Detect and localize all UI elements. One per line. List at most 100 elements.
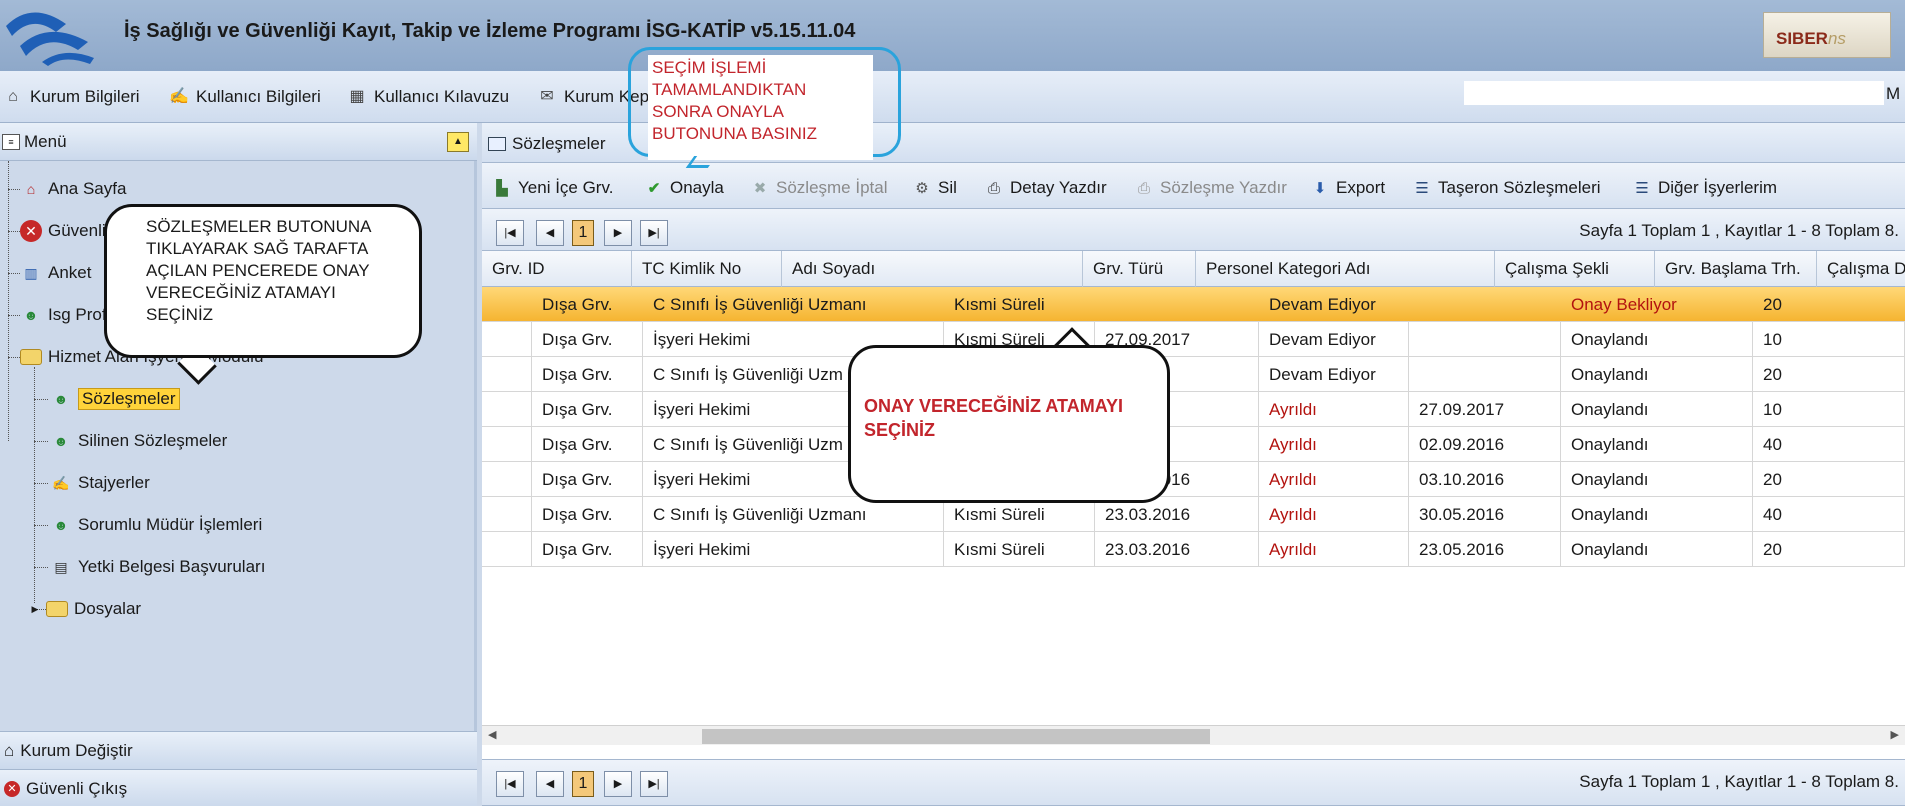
first-page-icon[interactable]: |◀ — [496, 771, 524, 797]
sidebar-item-anket[interactable]: ▥ Anket — [20, 259, 91, 287]
kullanici-bilgileri-button[interactable]: ✍ Kullanıcı Bilgileri — [168, 85, 321, 109]
last-page-icon[interactable]: ▶| — [640, 771, 668, 797]
new-record-icon: ▙ — [496, 180, 508, 197]
column-header[interactable]: Personel Kategori Adı — [1196, 251, 1495, 287]
sozlesme-yazdir-label: Sözleşme Yazdır — [1160, 178, 1287, 197]
column-header[interactable]: TC Kimlik No — [632, 251, 782, 287]
book-icon: ▦ — [349, 88, 365, 105]
student-icon: ✍ — [52, 474, 70, 491]
folder-icon — [46, 601, 68, 617]
pager-info: Sayfa 1 Toplam 1 , Kayıtlar 1 - 8 Toplam… — [1579, 772, 1899, 791]
column-header[interactable]: Grv. Başlama Trh. — [1655, 251, 1817, 287]
sidebar-item-label: Silinen Sözleşmeler — [78, 431, 228, 450]
table-row[interactable]: Dışa Grv.İşyeri Hekimi2017Ayrıldı27.09.2… — [482, 392, 1905, 427]
table-cell: Ayrıldı — [1259, 462, 1409, 497]
document-icon: ▤ — [54, 558, 68, 575]
scroll-left-icon[interactable]: ◀ — [488, 728, 496, 741]
kullanici-kilavuzu-button[interactable]: ▦ Kullanıcı Kılavuzu — [346, 85, 509, 109]
table-cell — [482, 287, 532, 322]
kurum-degistir-button[interactable]: ⌂ Kurum Değiştir — [0, 731, 477, 769]
list-icon: ☰ — [1635, 180, 1649, 197]
annotation-blue: SEÇİM İŞLEMİ TAMAMLANDIKTAN SONRA ONAYLA… — [648, 55, 873, 160]
first-page-icon[interactable]: |◀ — [496, 220, 524, 246]
column-header[interactable]: Çalışma Du — [1817, 251, 1905, 287]
toolbar: ▙ Yeni İçe Grv. ✔ Onayla ✖ Sözleşme İptal ⚙… — [482, 163, 1905, 209]
tab-label: Sözleşmeler — [512, 134, 606, 153]
people-icon: ☻ — [53, 391, 69, 407]
sidebar-item-dosyalar[interactable]: ▶ Dosyalar — [30, 595, 142, 623]
table-row[interactable]: Dışa Grv.İşyeri HekimiKısmi Süreli24.05.… — [482, 462, 1905, 497]
column-header[interactable]: Grv. ID — [482, 251, 632, 287]
table-cell: Devam Ediyor — [1269, 295, 1376, 314]
table-cell — [482, 497, 532, 532]
column-header[interactable]: Çalışma Şekli — [1495, 251, 1655, 287]
sidebar-item-label: Dosyalar — [74, 599, 142, 618]
prev-page-icon[interactable]: ◀ — [536, 220, 564, 246]
horizontal-scrollbar[interactable]: ◀ ▶ — [482, 725, 1905, 745]
table-row[interactable]: Dışa Grv. İşyeri Hekimi Kısmi Süreli 23.03.… — [482, 532, 1905, 567]
delete-icon: ⚙ — [915, 180, 929, 197]
menu-title: Menü — [24, 131, 67, 151]
annotation-line: BUTONUNA BASINIZ — [652, 124, 817, 143]
exit-icon: ✕ — [20, 220, 42, 242]
column-header[interactable]: Adı Soyadı — [782, 251, 1083, 287]
sozlesme-iptal-label: Sözleşme İptal — [776, 178, 888, 197]
page-number[interactable]: 1 — [572, 771, 594, 797]
table-cell: Onaylandı — [1561, 532, 1753, 567]
taseron-sozlesmeleri-button[interactable]: ☰ Taşeron Sözleşmeleri — [1412, 176, 1601, 200]
sidebar-item-stajyerler[interactable]: ✍ Stajyerler — [50, 469, 150, 497]
sil-button[interactable]: ⚙ Sil — [912, 176, 957, 200]
kullanici-kilavuzu-label: Kullanıcı Kılavuzu — [374, 87, 510, 106]
exit-icon: ✕ — [4, 780, 20, 797]
scroll-right-icon[interactable]: ▶ — [1891, 728, 1899, 741]
collapse-menu-button[interactable]: ▲ — [447, 132, 469, 152]
sozlesme-yazdir-button[interactable]: ⎙ Sözleşme Yazdır — [1134, 176, 1287, 200]
yeni-ice-grv-button[interactable]: ▙ Yeni İçe Grv. — [492, 176, 613, 200]
app-window: İş Sağlığı ve Güvenliği Kayıt, Takip ve … — [0, 0, 1905, 806]
table-cell: Onay Bekliyor — [1571, 295, 1677, 314]
table-row[interactable]: Dışa Grv.C Sınıfı İş Güvenliği Uzm2016Ay… — [482, 427, 1905, 462]
next-page-icon[interactable]: ▶ — [604, 220, 632, 246]
column-header[interactable]: Grv. Türü — [1083, 251, 1196, 287]
taseron-label: Taşeron Sözleşmeleri — [1438, 178, 1601, 197]
table-row[interactable]: Dışa Grv. İşyeri Hekimi Kısmi Süreli 27.09.… — [482, 322, 1905, 357]
page-number[interactable]: 1 — [572, 220, 594, 246]
sozlesme-iptal-button[interactable]: ✖ Sözleşme İptal — [750, 176, 888, 200]
scrollbar-thumb[interactable] — [702, 729, 1210, 744]
table-cell: Ayrıldı — [1259, 427, 1409, 462]
tab-sozlesmeler[interactable]: Sözleşmeler — [488, 132, 606, 156]
people-icon: ☻ — [53, 517, 69, 533]
kurum-bilgileri-button[interactable]: ⌂ Kurum Bilgileri — [2, 85, 139, 109]
annotation-line: AÇILAN PENCEREDE ONAY — [146, 261, 370, 280]
table-cell: Onaylandı — [1561, 392, 1753, 427]
sidebar-item-silinen-sozlesmeler[interactable]: ☻ Silinen Sözleşmeler — [50, 427, 228, 455]
table-cell: 20 — [1763, 295, 1782, 314]
sidebar-item-yetki-belgesi[interactable]: ▤ Yetki Belgesi Başvuruları — [50, 553, 265, 581]
sidebar-item-ana-sayfa[interactable]: ⌂ Ana Sayfa — [20, 175, 127, 203]
guvenli-cikis-bottom-button[interactable]: ✕ Güvenli Çıkış — [0, 769, 477, 806]
people-icon: ☻ — [53, 433, 69, 449]
onayla-button[interactable]: ✔ Onayla — [644, 176, 724, 200]
table-cell: 23.05.2016 — [1409, 532, 1561, 567]
table-cell: 20 — [1753, 532, 1905, 567]
table-cell: 30.05.2016 — [1409, 497, 1561, 532]
export-button[interactable]: ⬇ Export — [1310, 176, 1385, 200]
table-row[interactable]: Dışa Grv.C Sınıfı İş Güvenliği Uzm2017De… — [482, 357, 1905, 392]
annotation-line: TAMAMLANDIKTAN — [652, 80, 807, 99]
table-cell: Kısmi Süreli — [954, 295, 1045, 314]
last-page-icon[interactable]: ▶| — [640, 220, 668, 246]
title-bar: İş Sağlığı ve Güvenliği Kayıt, Takip ve … — [0, 0, 1905, 71]
diger-label: Diğer İşyerlerim — [1658, 178, 1778, 197]
sidebar-item-sorumlu-mudur[interactable]: ☻ Sorumlu Müdür İşlemleri — [50, 511, 263, 539]
sidebar-item-sozlesmeler[interactable]: ☻ Sözleşmeler — [50, 385, 180, 413]
prev-page-icon[interactable]: ◀ — [536, 771, 564, 797]
next-page-icon[interactable]: ▶ — [604, 771, 632, 797]
user-name-field — [1464, 81, 1884, 105]
expand-arrow-icon[interactable]: ▶ — [30, 598, 40, 620]
table-row[interactable]: Dışa Grv. C Sınıfı İş Güvenliği Uzmanı Kıs… — [482, 497, 1905, 532]
diger-isyerlerim-button[interactable]: ☰ Diğer İşyerlerim — [1632, 176, 1777, 200]
detay-yazdir-button[interactable]: ⎙ Detay Yazdır — [984, 176, 1107, 200]
printer-icon: ⎙ — [987, 179, 1000, 197]
table-row[interactable]: Dışa Grv. C Sınıfı İş Güvenliği Uzmanı Kıs… — [482, 287, 1905, 322]
kullanici-bilgileri-label: Kullanıcı Bilgileri — [196, 87, 321, 106]
